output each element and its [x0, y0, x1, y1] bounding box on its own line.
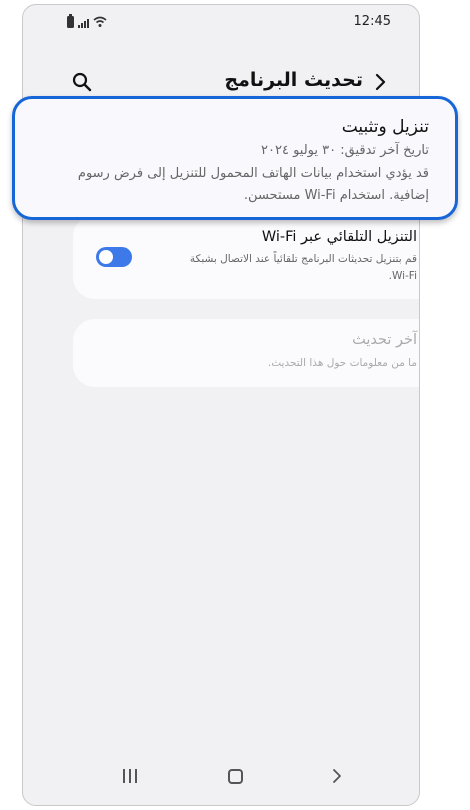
back-chevron-icon[interactable] — [369, 71, 391, 93]
download-install-title: تنزيل وتثبيت — [341, 117, 429, 137]
home-icon[interactable] — [228, 769, 243, 784]
clock: 12:45 — [353, 14, 391, 29]
recent-apps-icon[interactable] — [123, 769, 137, 783]
wifi-icon — [93, 16, 107, 27]
last-update-description: ما من معلومات حول هذا التحديث. — [267, 357, 417, 369]
page-title: تحديث البرنامج — [224, 69, 363, 91]
navigation-bar — [23, 749, 419, 805]
last-check-date: تاريخ آخر تدقيق: ٣٠ يوليو ٢٠٢٤ — [261, 143, 429, 158]
header: تحديث البرنامج — [23, 61, 419, 101]
mobile-data-note: قد يؤدي استخدام بيانات الهاتف المحمول لل… — [77, 166, 429, 203]
status-icons — [67, 14, 107, 28]
download-install-card[interactable]: تنزيل وتثبيت تاريخ آخر تدقيق: ٣٠ يوليو ٢… — [12, 96, 458, 220]
auto-download-description: قم بتنزيل تحديثات البرنامج تلقائياً عند … — [189, 253, 417, 282]
back-icon[interactable] — [329, 768, 345, 784]
battery-icon — [67, 14, 74, 28]
last-update-card: آخر تحديث ما من معلومات حول هذا التحديث. — [73, 319, 419, 387]
auto-download-card[interactable]: التنزيل التلقائي عبر Wi-Fi قم بتنزيل تحد… — [73, 215, 419, 299]
auto-download-title: التنزيل التلقائي عبر Wi-Fi — [261, 229, 417, 245]
toggle-knob — [99, 250, 113, 264]
auto-download-toggle[interactable] — [96, 247, 132, 267]
search-icon[interactable] — [71, 71, 93, 93]
status-bar: 12:45 — [23, 5, 419, 35]
signal-icon — [78, 17, 89, 28]
last-update-title: آخر تحديث — [352, 332, 417, 348]
